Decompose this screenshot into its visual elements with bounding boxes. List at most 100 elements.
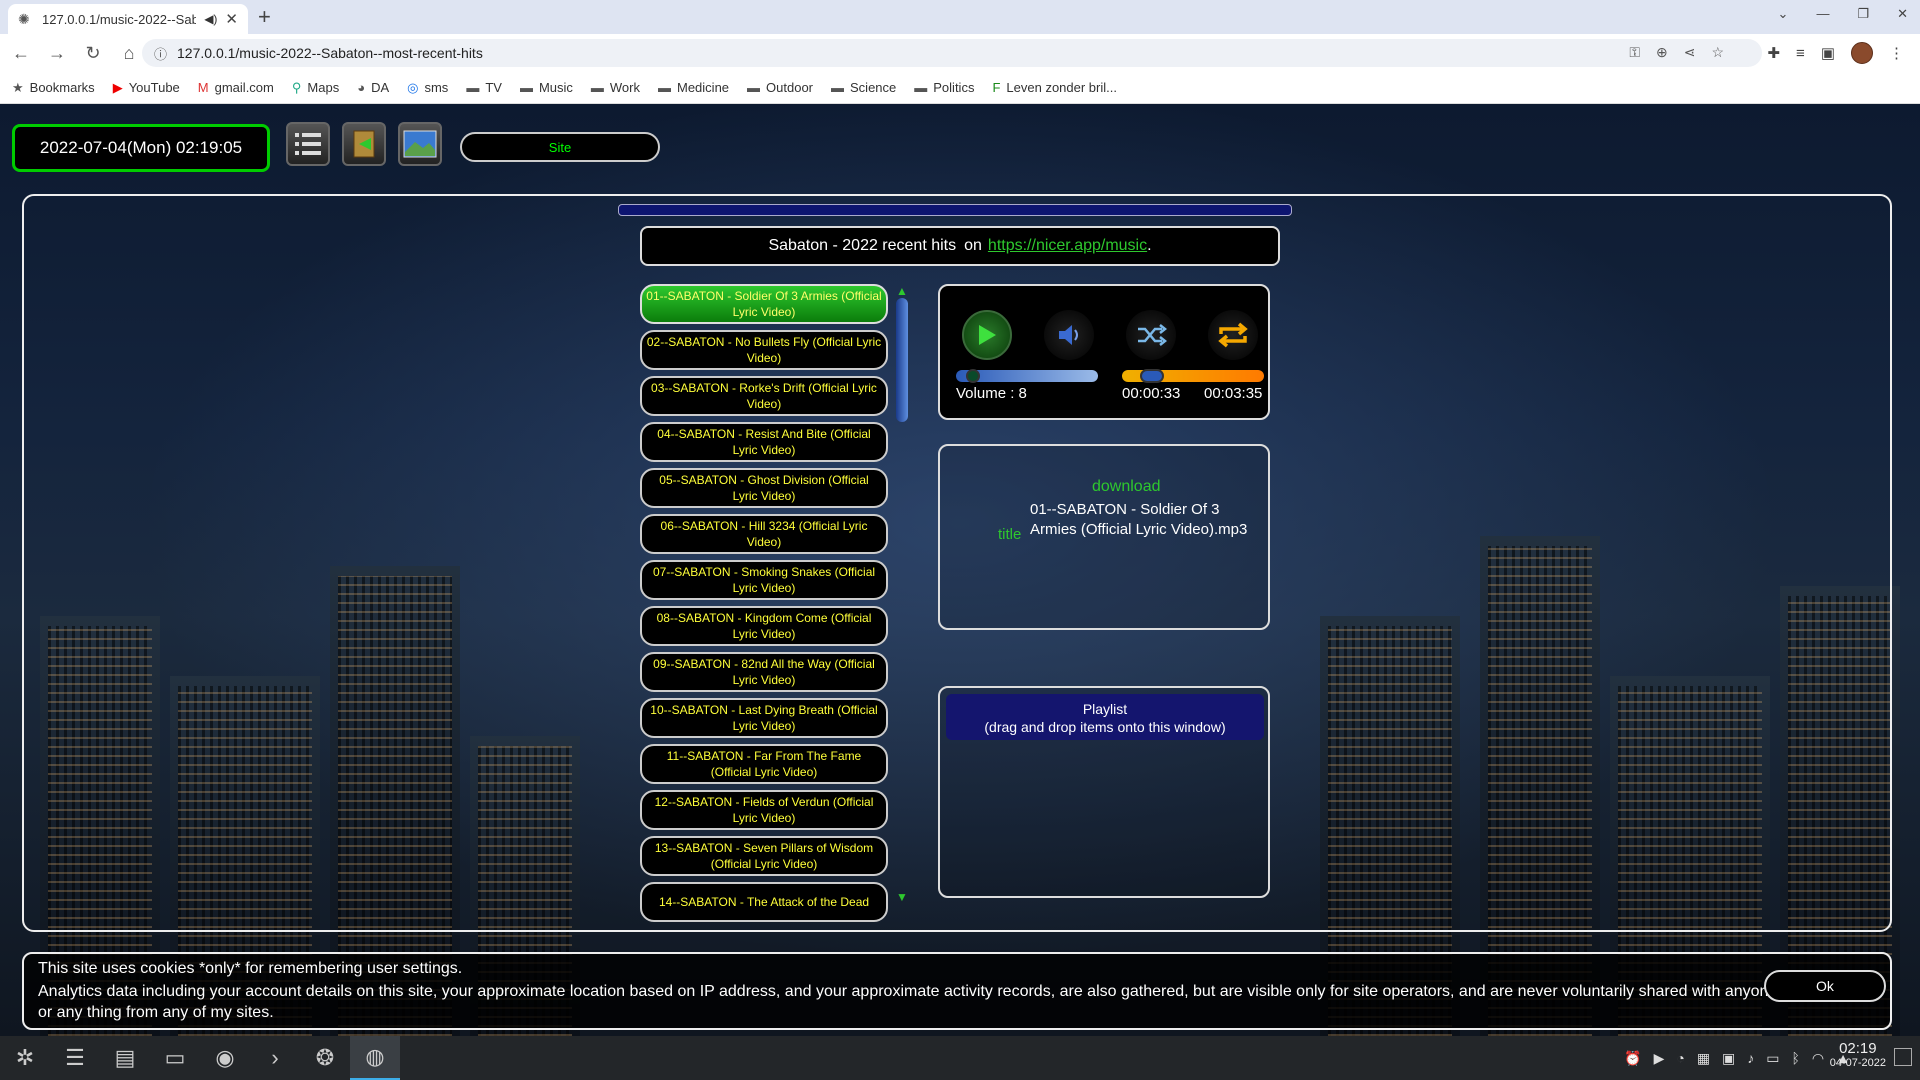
reload-icon[interactable]: ↻ <box>78 43 108 64</box>
track-item[interactable]: 05--SABATON - Ghost Division (Official L… <box>640 468 888 508</box>
omnibox-actions: ⚿ ⊕ ⋖ ☆ <box>1629 44 1724 61</box>
taskbar-clock[interactable]: 02:19 04-07-2022 <box>1830 1040 1886 1069</box>
filezilla-icon[interactable]: ❂ <box>300 1036 350 1080</box>
bookmark-item[interactable]: ◎ sms <box>407 80 448 96</box>
track-item[interactable]: 04--SABATON - Resist And Bite (Official … <box>640 422 888 462</box>
scroll-thumb[interactable] <box>896 298 908 422</box>
track-item[interactable]: 02--SABATON - No Bullets Fly (Official L… <box>640 330 888 370</box>
forward-icon[interactable]: → <box>42 43 72 64</box>
bookmark-item[interactable]: Mgmail.com <box>198 80 274 95</box>
background-image-icon[interactable] <box>398 122 442 166</box>
menu-icon[interactable]: ⋮ <box>1889 44 1904 62</box>
bookmark-item[interactable]: ▬ TV <box>466 80 502 95</box>
taskbar-date: 04-07-2022 <box>1829 1057 1886 1069</box>
bookmark-item[interactable]: ▬ Politics <box>914 80 974 95</box>
scroll-up-icon[interactable]: ▲ <box>895 284 909 298</box>
bookmark-item[interactable]: ▬ Music <box>520 80 573 95</box>
bookmark-star-icon[interactable]: ☆ <box>1711 44 1724 61</box>
screenshot-icon[interactable]: ▣ <box>1722 1050 1735 1067</box>
bluetooth-icon[interactable]: ᛒ <box>1792 1050 1800 1066</box>
alarm-icon[interactable]: ⏰ <box>1624 1050 1641 1067</box>
bookmark-label: sms <box>424 80 449 95</box>
bookmark-item[interactable]: ◕ DA <box>357 80 389 95</box>
side-panel-icon[interactable]: ▣ <box>1821 44 1835 62</box>
bookmark-label: TV <box>485 80 502 95</box>
bookmark-f-icon: F <box>992 80 1001 95</box>
password-key-icon[interactable]: ⚿ <box>1629 44 1640 61</box>
bookmark-item[interactable]: ▶ YouTube <box>113 80 180 96</box>
bookmark-item[interactable]: ▬ Work <box>591 80 640 95</box>
home-icon[interactable]: ⌂ <box>114 43 144 64</box>
site-info-icon[interactable]: ⓘ <box>154 44 167 63</box>
bookmark-label: Maps <box>307 80 340 95</box>
site-link[interactable]: https://nicer.app/music <box>988 237 1147 255</box>
track-item[interactable]: 14--SABATON - The Attack of the Dead <box>640 882 888 922</box>
share-icon[interactable]: ⋖ <box>1684 44 1696 61</box>
close-tab-icon[interactable]: ✕ <box>225 10 238 28</box>
maps-icon: ⚲ <box>291 79 302 95</box>
title-dot: . <box>1147 237 1152 254</box>
seek-knob[interactable] <box>1140 369 1165 383</box>
browser-tab[interactable]: ✺ 127.0.0.1/music-2022--Sab ◀) ✕ <box>8 4 248 34</box>
playlist-hint: (drag and drop items onto this window) <box>984 719 1226 735</box>
bookmark-item[interactable]: ▬ Science <box>831 80 896 95</box>
track-item[interactable]: 10--SABATON - Last Dying Breath (Officia… <box>640 698 888 738</box>
firefox-icon[interactable]: ◉ <box>200 1036 250 1080</box>
task-manager-icon[interactable]: ☰ <box>50 1036 100 1080</box>
play-icon[interactable] <box>962 310 1012 360</box>
clipboard-icon[interactable]: ▦ <box>1697 1050 1710 1067</box>
close-window-icon[interactable]: ✕ <box>1897 6 1908 22</box>
track-item[interactable]: 11--SABATON - Far From The Fame (Officia… <box>640 744 888 784</box>
sms-icon: ◎ <box>407 79 419 95</box>
track-item[interactable]: 13--SABATON - Seven Pillars of Wisdom (O… <box>640 836 888 876</box>
site-button[interactable]: Site <box>460 132 660 162</box>
track-list-scrollbar[interactable]: ▲ ▼ <box>895 284 909 904</box>
media-player-icon[interactable]: ▶ <box>1654 1050 1665 1067</box>
speaker-icon[interactable]: ♪ <box>1747 1050 1754 1066</box>
volume-icon[interactable] <box>1044 310 1094 360</box>
track-item[interactable]: 01--SABATON - Soldier Of 3 Armies (Offic… <box>640 284 888 324</box>
playlist-drop-zone[interactable]: Playlist (drag and drop items onto this … <box>938 686 1270 898</box>
app-launcher-icon[interactable]: ✲ <box>0 1036 50 1080</box>
terminal-icon[interactable]: › <box>250 1036 300 1080</box>
track-item[interactable]: 06--SABATON - Hill 3234 (Official Lyric … <box>640 514 888 554</box>
zoom-icon[interactable]: ⊕ <box>1656 44 1668 61</box>
bookmark-item[interactable]: ★ Bookmarks <box>12 80 95 96</box>
media-icon[interactable]: ≡ <box>1796 45 1805 62</box>
repeat-icon[interactable] <box>1208 310 1258 360</box>
track-item[interactable]: 12--SABATON - Fields of Verdun (Official… <box>640 790 888 830</box>
new-tab-icon[interactable]: + <box>258 4 271 30</box>
folder-icon: ▬ <box>914 80 928 95</box>
on-text: on <box>964 237 982 254</box>
track-item[interactable]: 07--SABATON - Smoking Snakes (Official L… <box>640 560 888 600</box>
show-desktop-icon[interactable] <box>1894 1048 1912 1066</box>
back-icon[interactable]: ← <box>6 43 36 64</box>
track-item[interactable]: 09--SABATON - 82nd All the Way (Official… <box>640 652 888 692</box>
file-manager-icon[interactable]: ▭ <box>150 1036 200 1080</box>
shuffle-icon[interactable] <box>1126 310 1176 360</box>
cookie-ok-button[interactable]: Ok <box>1764 970 1886 1002</box>
track-item[interactable]: 03--SABATON - Rorke's Drift (Official Ly… <box>640 376 888 416</box>
extensions-icon[interactable]: ✚ <box>1767 44 1780 62</box>
chrome-icon[interactable]: ◍ <box>350 1036 400 1080</box>
audio-icon[interactable]: ◀) <box>204 12 217 26</box>
wifi-icon[interactable]: ◠ <box>1812 1050 1824 1067</box>
back-to-site-icon[interactable] <box>342 122 386 166</box>
title-value: 01--SABATON - Soldier Of 3 Armies (Offic… <box>1030 501 1248 538</box>
restore-icon[interactable]: ❐ <box>1857 6 1869 22</box>
minimize-icon[interactable]: — <box>1816 6 1829 22</box>
battery-icon[interactable]: ▭ <box>1766 1050 1779 1067</box>
tab-search-icon[interactable]: ⌄ <box>1778 6 1789 22</box>
scroll-down-icon[interactable]: ▼ <box>895 890 909 904</box>
download-link[interactable]: download <box>1092 478 1161 496</box>
address-bar[interactable]: ⓘ 127.0.0.1/music-2022--Sabaton--most-re… <box>142 39 1762 67</box>
bookmark-item[interactable]: ▬ Outdoor <box>747 80 813 95</box>
bookmark-item[interactable]: ⚲ Maps <box>292 80 339 96</box>
avatar[interactable] <box>1851 42 1873 64</box>
bookmark-item[interactable]: F Leven zonder bril... <box>992 80 1117 95</box>
store-icon[interactable]: ▤ <box>100 1036 150 1080</box>
sync-icon[interactable]: ◔ <box>1676 1050 1684 1066</box>
bookmark-item[interactable]: ▬ Medicine <box>658 80 729 95</box>
track-item[interactable]: 08--SABATON - Kingdom Come (Official Lyr… <box>640 606 888 646</box>
list-menu-icon[interactable] <box>286 122 330 166</box>
